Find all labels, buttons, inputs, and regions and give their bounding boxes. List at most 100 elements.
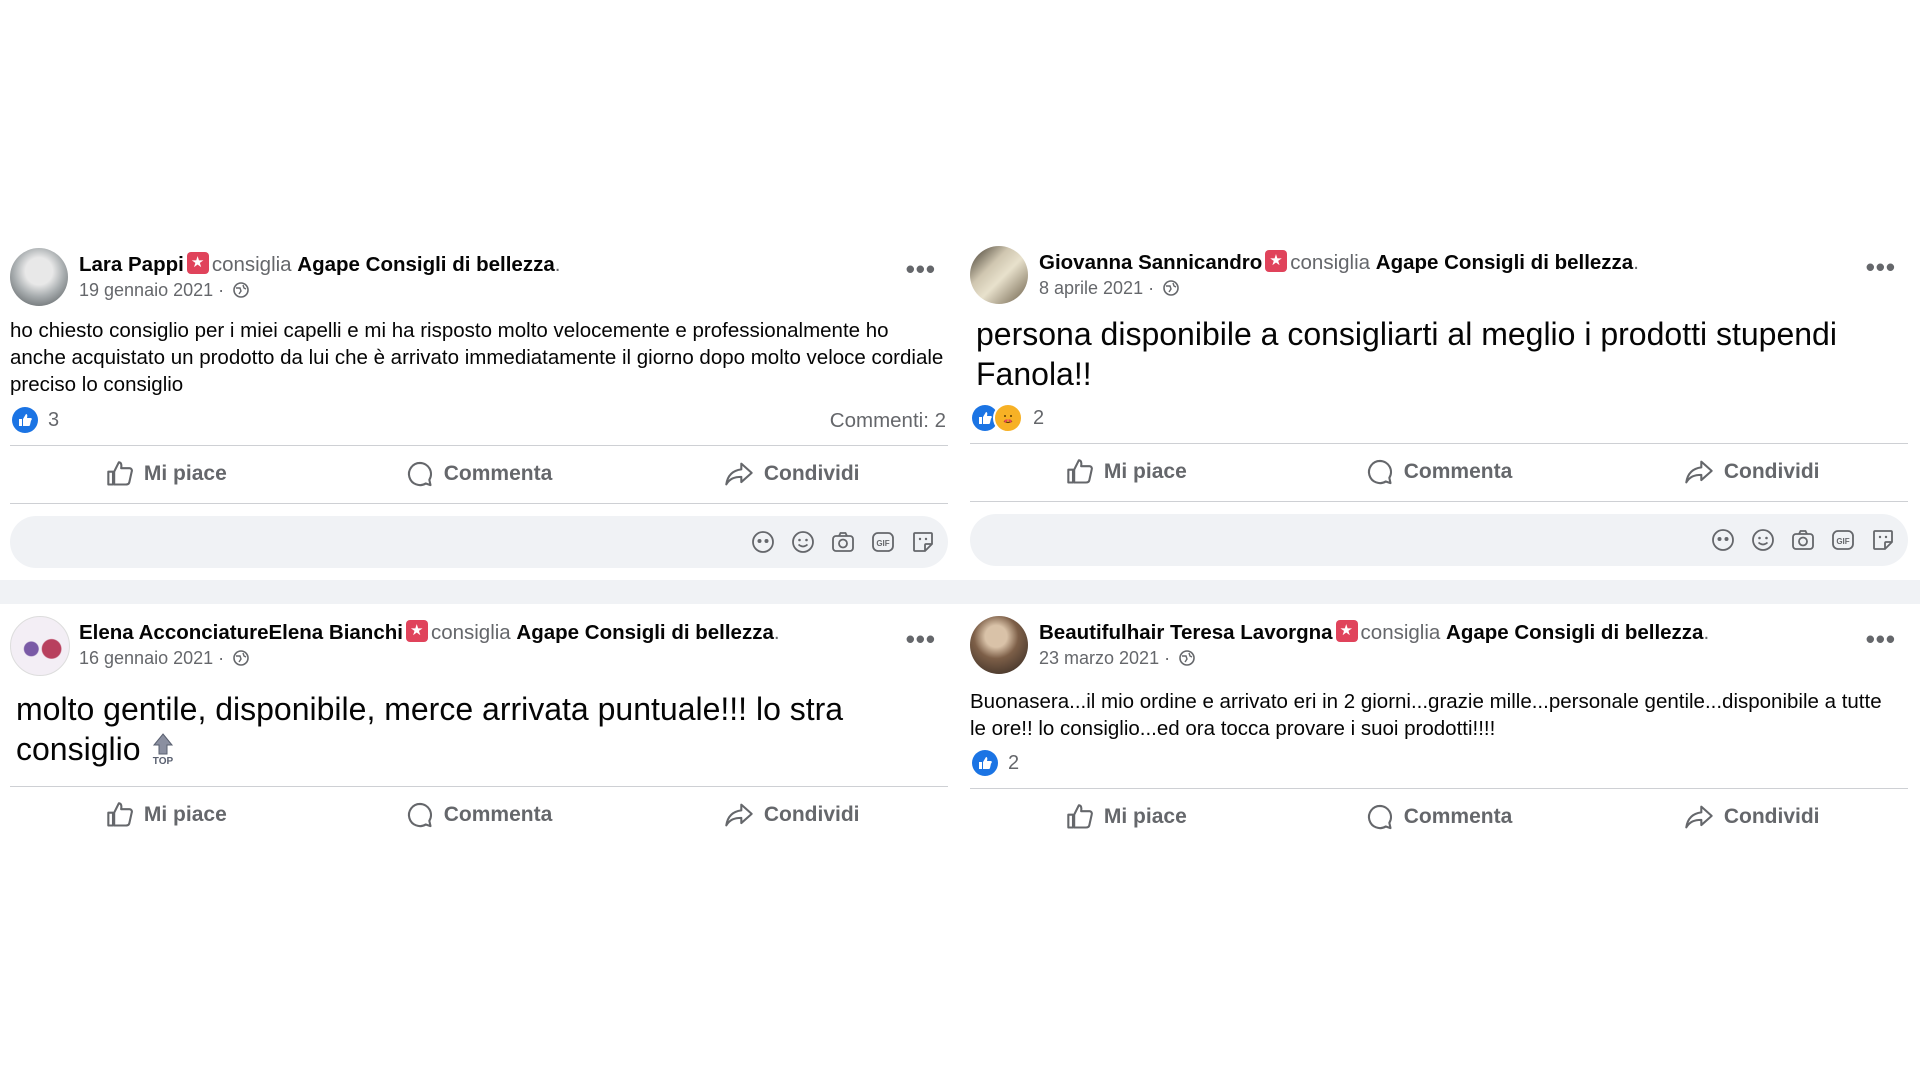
comment-button[interactable]: Commenta [323, 787, 636, 843]
share-icon [1685, 460, 1713, 484]
page-name-link[interactable]: Agape Consigli di bellezza [516, 621, 773, 644]
share-button[interactable]: Condividi [1595, 789, 1908, 845]
more-options-icon[interactable]: ••• [906, 624, 936, 655]
like-label: Mi piace [1103, 460, 1187, 483]
post-header: Giovanna Sannicandro consiglia Agape Cons… [970, 246, 1920, 310]
post-date[interactable]: 23 marzo 2021 [1039, 648, 1159, 668]
svg-text:GIF: GIF [876, 539, 889, 548]
gif-icon[interactable]: GIF [1830, 527, 1856, 553]
share-button[interactable]: Condividi [1595, 444, 1908, 500]
recommend-star-icon [405, 620, 428, 642]
like-label: Mi piace [143, 462, 227, 485]
comment-button[interactable]: Commenta [1283, 444, 1596, 500]
period: . [1633, 251, 1639, 274]
gif-icon[interactable]: GIF [870, 529, 896, 555]
share-icon [1685, 805, 1713, 829]
like-button[interactable]: Mi piace [970, 789, 1283, 845]
like-icon [12, 407, 38, 433]
avatar[interactable] [10, 616, 70, 676]
top-emoji: TOP [152, 733, 173, 766]
avatar-sticker-icon[interactable] [1710, 527, 1736, 553]
action-bar: Mi piace Commenta Condividi [970, 789, 1908, 845]
more-options-icon[interactable]: ••• [1866, 252, 1896, 283]
author-name[interactable]: Giovanna Sannicandro [1039, 251, 1262, 274]
like-label: Mi piace [143, 803, 227, 826]
sticker-icon[interactable] [910, 529, 936, 555]
post-text-block: molto gentile, disponibile, merce arriva… [16, 689, 936, 769]
sticker-icon[interactable] [1870, 527, 1896, 553]
post-date[interactable]: 8 aprile 2021 [1039, 278, 1143, 298]
like-button[interactable]: Mi piace [970, 444, 1283, 500]
post-card: Beautifulhair Teresa Lavorgna consiglia A… [960, 604, 1920, 854]
recommends-text: consiglia [1360, 621, 1441, 644]
svg-text:TOP: TOP [152, 756, 173, 766]
comment-label: Commenta [443, 462, 553, 485]
author-line: Giovanna Sannicandro consiglia Agape Cons… [1039, 250, 1639, 275]
page-name-link[interactable]: Agape Consigli di bellezza [1446, 621, 1703, 644]
comment-tools: GIF [750, 529, 936, 555]
share-label: Condividi [763, 462, 860, 485]
more-options-icon[interactable]: ••• [906, 254, 936, 285]
comments-count[interactable]: Commenti: 2 [830, 409, 946, 433]
action-bar: Mi piace Commenta Condividi [10, 446, 948, 502]
comment-label: Commenta [1403, 460, 1513, 483]
comment-icon [407, 461, 432, 487]
camera-icon[interactable] [830, 529, 856, 555]
page-name-link[interactable]: Agape Consigli di bellezza [1376, 251, 1633, 274]
thumbs-up-icon [1067, 459, 1093, 484]
period: . [773, 621, 780, 644]
comment-label: Commenta [443, 803, 553, 826]
like-icon [972, 750, 998, 776]
emoji-icon[interactable] [790, 529, 816, 555]
reactions-summary[interactable]: 3 [12, 406, 59, 434]
post-date[interactable]: 19 gennaio 2021 [79, 280, 213, 300]
avatar[interactable] [970, 616, 1028, 674]
post-card: Elena AcconciatureElena Bianchi consiglia… [0, 604, 960, 854]
author-line: Elena AcconciatureElena Bianchi consiglia… [79, 620, 780, 645]
share-label: Condividi [1723, 460, 1820, 483]
share-label: Condividi [1723, 805, 1820, 828]
post-header: Lara Pappi consiglia Agape Consigli di be… [10, 248, 970, 312]
post-card: Giovanna Sannicandro consiglia Agape Cons… [960, 240, 1920, 580]
reactions-summary[interactable]: 2 [972, 403, 1044, 433]
care-icon [993, 403, 1023, 433]
post-text: ho chiesto consiglio per i miei capelli … [10, 319, 944, 396]
divider [10, 503, 948, 504]
author-name[interactable]: Elena AcconciatureElena Bianchi [79, 621, 403, 644]
comment-input[interactable]: GIF [10, 516, 948, 568]
author-name[interactable]: Beautifulhair Teresa Lavorgna [1039, 621, 1333, 644]
avatar[interactable] [10, 248, 68, 306]
action-bar: Mi piace Commenta Condividi [10, 787, 948, 843]
like-button[interactable]: Mi piace [10, 446, 323, 502]
post-date[interactable]: 16 gennaio 2021 [79, 648, 213, 668]
post-date-line: 8 aprile 2021 · [1039, 278, 1179, 299]
reactions-summary[interactable]: 2 [972, 749, 1019, 777]
post-text: persona disponibile a consigliarti al me… [976, 316, 1837, 392]
author-name[interactable]: Lara Pappi [79, 253, 184, 276]
action-bar: Mi piace Commenta Condividi [970, 444, 1908, 500]
globe-icon [1163, 280, 1179, 296]
share-button[interactable]: Condividi [635, 787, 948, 843]
recommend-star-icon [1335, 620, 1358, 642]
page-name-link[interactable]: Agape Consigli di bellezza [297, 253, 554, 276]
svg-text:GIF: GIF [1836, 537, 1849, 546]
avatar-sticker-icon[interactable] [750, 529, 776, 555]
avatar[interactable] [970, 246, 1028, 304]
share-button[interactable]: Condividi [635, 446, 948, 502]
comment-tools: GIF [1710, 527, 1896, 553]
comment-button[interactable]: Commenta [323, 446, 636, 502]
comment-icon [407, 802, 432, 828]
camera-icon[interactable] [1790, 527, 1816, 553]
like-button[interactable]: Mi piace [10, 787, 323, 843]
comment-button[interactable]: Commenta [1283, 789, 1596, 845]
comment-input[interactable]: GIF [970, 514, 1908, 566]
share-icon [725, 462, 753, 486]
like-label: Mi piace [1103, 805, 1187, 828]
recommend-star-icon [186, 252, 209, 274]
feed-separator [0, 580, 1920, 604]
globe-icon [233, 282, 249, 298]
emoji-icon[interactable] [1750, 527, 1776, 553]
share-icon [725, 803, 753, 827]
more-options-icon[interactable]: ••• [1866, 624, 1896, 655]
reactions-count: 3 [48, 408, 60, 431]
